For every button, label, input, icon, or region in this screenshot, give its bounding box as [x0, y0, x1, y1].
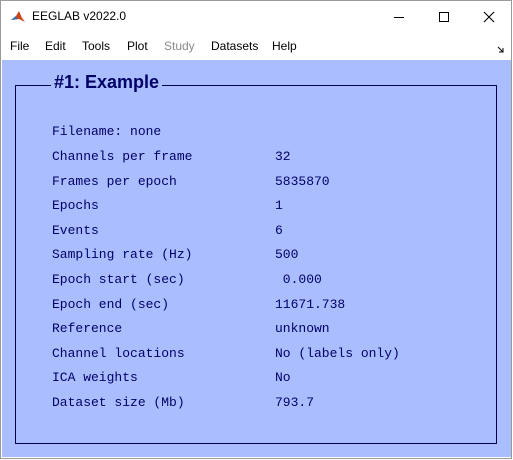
epoch-end-label: Epoch end (sec)	[52, 297, 170, 312]
frames-value: 5835870	[275, 174, 330, 189]
events-value: 6	[275, 223, 283, 238]
window-title: EEGLAB v2022.0	[32, 9, 127, 23]
menu-bar: File Edit Tools Plot Study Datasets Help	[1, 34, 511, 58]
ica-weights-label: ICA weights	[52, 370, 138, 385]
menu-plot[interactable]: Plot	[127, 39, 148, 53]
menu-datasets[interactable]: Datasets	[211, 39, 258, 53]
epochs-value: 1	[275, 198, 283, 213]
menu-file[interactable]: File	[10, 39, 29, 53]
maximize-icon	[439, 12, 449, 22]
frames-label: Frames per epoch	[52, 174, 177, 189]
close-icon	[483, 11, 495, 23]
eeglab-window: EEGLAB v2022.0 File Edit Tools Plot Stud…	[0, 0, 512, 459]
events-label: Events	[52, 223, 99, 238]
ica-weights-value: No	[275, 370, 291, 385]
title-bar[interactable]: EEGLAB v2022.0	[1, 1, 511, 33]
epoch-end-value: 11671.738	[275, 297, 346, 312]
epoch-start-value: 0.000	[275, 272, 322, 287]
minimize-button[interactable]	[376, 1, 422, 33]
menu-help[interactable]: Help	[272, 39, 297, 53]
matlab-icon	[10, 10, 26, 24]
channels-label: Channels per frame	[52, 149, 193, 164]
close-button[interactable]	[466, 1, 512, 33]
panel-title: #1: Example	[51, 72, 163, 92]
epoch-start-label: Epoch start (sec)	[52, 272, 185, 287]
dataset-info-area: #1: Example Filename: none Channels per …	[2, 60, 511, 457]
channel-locations-label: Channel locations	[52, 346, 185, 361]
minimize-icon	[394, 17, 404, 18]
undock-arrow-icon[interactable]	[497, 41, 505, 53]
menu-tools[interactable]: Tools	[82, 39, 110, 53]
dataset-size-value: 793.7	[275, 395, 315, 410]
reference-label: Reference	[52, 321, 123, 336]
filename-text: Filename: none	[52, 124, 162, 139]
reference-value: unknown	[275, 321, 330, 336]
channels-value: 32	[275, 149, 291, 164]
maximize-button[interactable]	[421, 1, 467, 33]
menu-study[interactable]: Study	[164, 39, 195, 53]
epochs-label: Epochs	[52, 198, 99, 213]
sampling-rate-value: 500	[275, 247, 299, 262]
menu-edit[interactable]: Edit	[45, 39, 66, 53]
channel-locations-value: No (labels only)	[275, 346, 400, 361]
sampling-rate-label: Sampling rate (Hz)	[52, 247, 193, 262]
dataset-size-label: Dataset size (Mb)	[52, 395, 185, 410]
